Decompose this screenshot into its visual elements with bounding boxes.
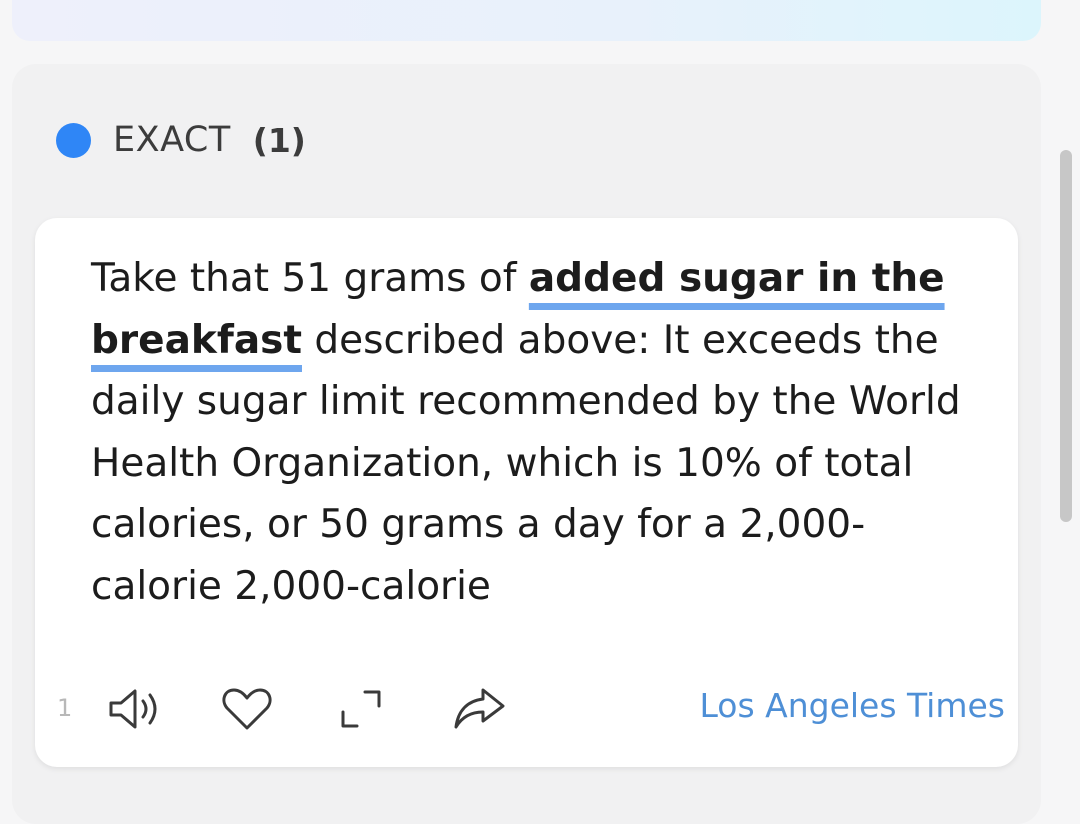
result-index: 1 [57,694,73,722]
result-card[interactable]: Take that 51 grams of added sugar in the… [35,218,1018,767]
expand-icon[interactable] [333,684,389,734]
section-header: EXACT (1) [56,118,306,162]
quote-text-before: Take that 51 grams of [91,256,529,301]
speaker-icon[interactable] [107,684,163,734]
exact-match-dot-icon [56,122,91,158]
heart-icon[interactable] [219,684,275,734]
result-quote: Take that 51 grams of added sugar in the… [91,248,971,617]
card-footer: 1 Los Angeles Times [57,680,1005,736]
scrollbar[interactable] [1060,150,1072,530]
top-banner [12,0,1041,41]
share-icon[interactable] [451,684,507,734]
source-link[interactable]: Los Angeles Times [699,686,1005,725]
scrollbar-thumb[interactable] [1060,150,1072,522]
section-title: EXACT [113,120,231,160]
section-count: (1) [252,120,306,160]
